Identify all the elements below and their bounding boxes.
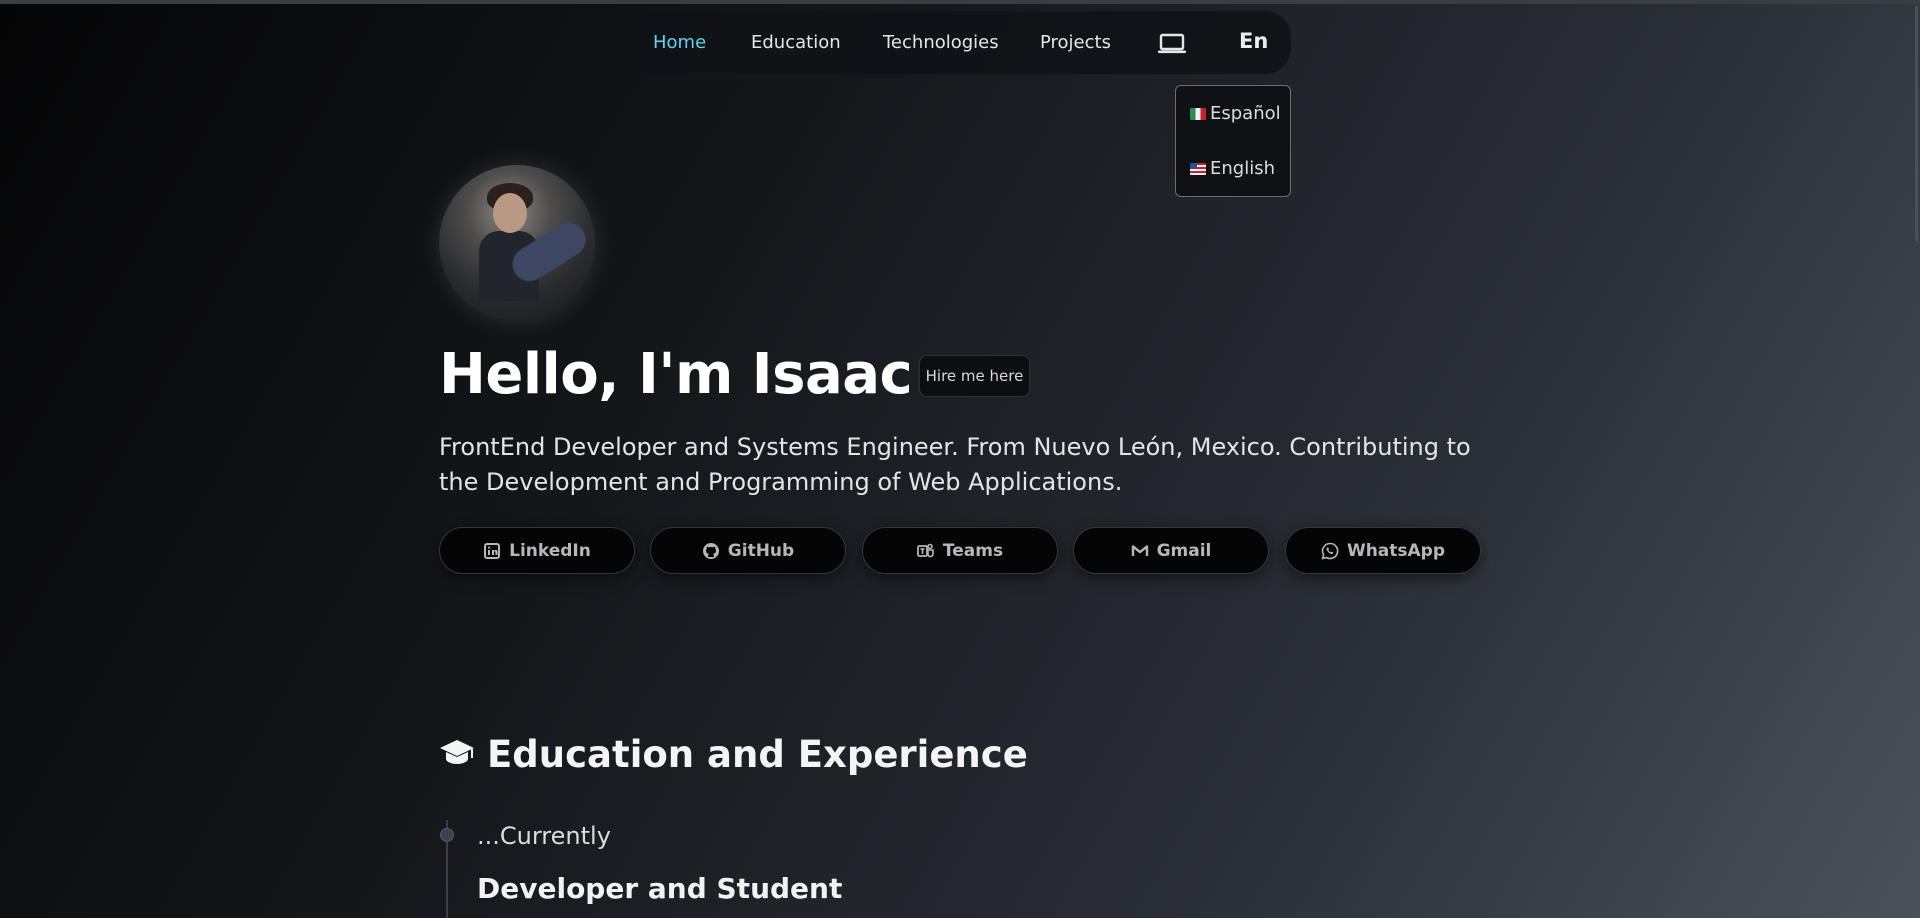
profile-avatar (439, 165, 595, 321)
language-option-label: English (1210, 158, 1275, 179)
language-dropdown: Español English (1175, 85, 1291, 197)
page-scrollbar[interactable] (1915, 6, 1918, 242)
mexico-flag-icon (1190, 107, 1206, 120)
window-top-border (0, 0, 1920, 4)
github-icon (702, 542, 720, 560)
gmail-icon (1131, 542, 1149, 560)
hero-bio: FrontEnd Developer and Systems Engineer.… (439, 433, 1471, 496)
language-toggle[interactable]: En (1239, 29, 1268, 53)
linkedin-button[interactable]: LinkedIn (439, 527, 635, 574)
language-option-english[interactable]: English (1190, 158, 1275, 179)
laptop-icon[interactable] (1157, 33, 1187, 55)
timeline-dot (440, 828, 454, 842)
social-label: LinkedIn (509, 540, 591, 561)
teams-icon (917, 542, 935, 560)
main-navbar: Home Education Technologies Projects En (629, 11, 1291, 74)
gmail-button[interactable]: Gmail (1073, 527, 1269, 574)
whatsapp-icon (1321, 542, 1339, 560)
section-heading: Education and Experience (487, 733, 1028, 776)
usa-flag-icon (1190, 162, 1206, 175)
timeline-role: Developer and Student (477, 872, 843, 905)
timeline-date: ...Currently (477, 822, 611, 850)
nav-projects[interactable]: Projects (1040, 32, 1111, 53)
github-button[interactable]: GitHub (650, 527, 846, 574)
linkedin-icon (483, 542, 501, 560)
social-label: Teams (942, 540, 1004, 561)
language-option-spanish[interactable]: Español (1190, 103, 1281, 124)
avatar-head (493, 193, 527, 233)
nav-education[interactable]: Education (751, 32, 841, 53)
graduation-cap-icon (439, 737, 475, 773)
language-option-label: Español (1210, 103, 1281, 124)
whatsapp-button[interactable]: WhatsApp (1285, 527, 1481, 574)
social-label: WhatsApp (1346, 540, 1446, 561)
teams-button[interactable]: Teams (862, 527, 1058, 574)
hire-me-button[interactable]: Hire me here (919, 355, 1030, 397)
hero-title: Hello, I'm Isaac (439, 342, 913, 407)
education-section-title: Education and Experience (439, 733, 1028, 776)
nav-technologies[interactable]: Technologies (883, 32, 999, 53)
nav-home[interactable]: Home (653, 32, 706, 53)
social-label: GitHub (727, 540, 795, 561)
social-label: Gmail (1156, 540, 1212, 561)
